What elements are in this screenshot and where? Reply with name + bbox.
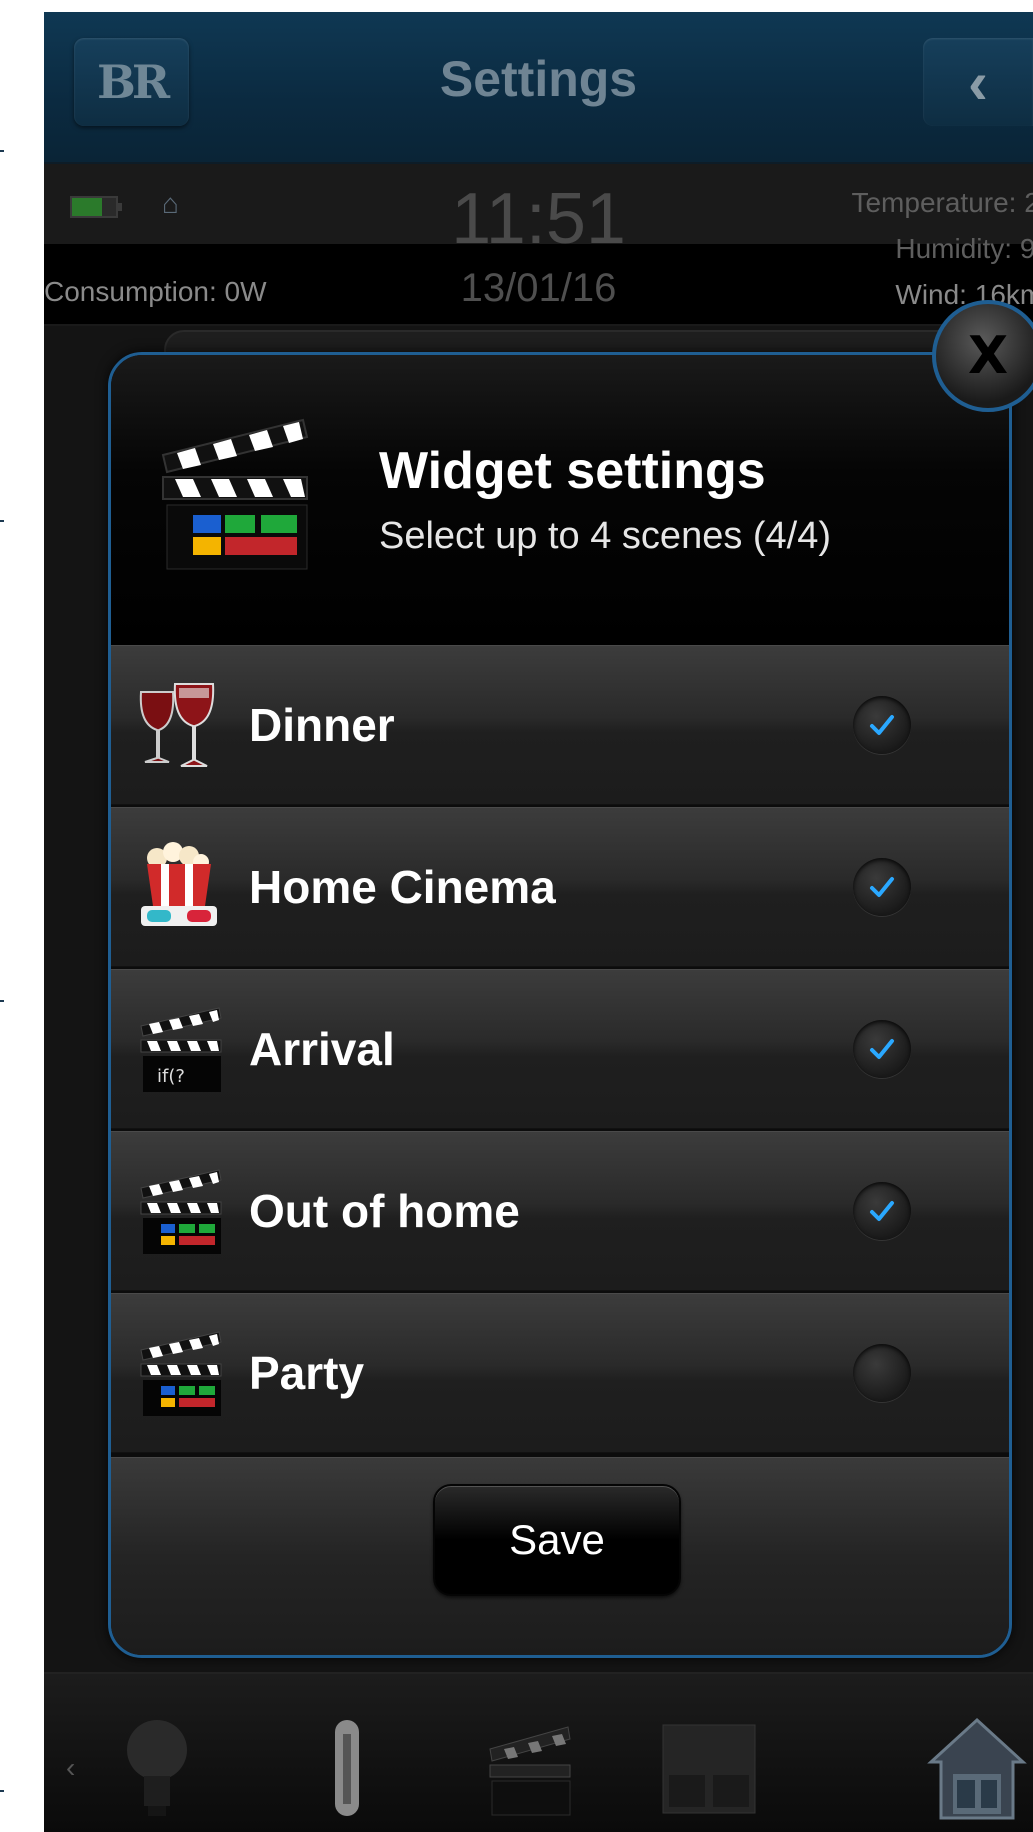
nav-home[interactable]	[922, 1714, 1032, 1824]
clapperboard-icon	[140, 1331, 222, 1416]
scene-label: Party	[249, 1347, 365, 1399]
bottom-nav: ‹	[44, 1672, 1033, 1832]
humidity-readout: Humidity: 93	[895, 233, 1033, 264]
scene-row-party[interactable]: Party	[111, 1293, 1009, 1453]
house-icon	[927, 1717, 1027, 1820]
dialog-footer: Save	[111, 1457, 1009, 1655]
clapperboard-condition-icon: if(?	[140, 1007, 222, 1092]
scene-label: Out of home	[249, 1185, 520, 1237]
scene-checkbox[interactable]	[853, 858, 911, 916]
chevron-left-icon: ‹	[968, 48, 988, 116]
scene-checkbox[interactable]	[853, 1344, 911, 1402]
back-button[interactable]: ‹	[923, 38, 1033, 126]
left-edge-strip	[0, 0, 44, 1832]
lightbulb-icon	[127, 1720, 187, 1816]
top-bar: BR Settings ‹	[44, 12, 1033, 164]
scene-label: Dinner	[249, 699, 395, 751]
blinds-icon	[662, 1724, 756, 1814]
scene-row-arrival[interactable]: if(? Arrival	[111, 969, 1009, 1129]
svg-text:if(?: if(?	[157, 1066, 185, 1087]
temperature-readout: Temperature: 2°	[851, 187, 1033, 218]
clapperboard-icon	[489, 1726, 571, 1816]
nav-lights[interactable]	[102, 1714, 212, 1824]
save-button[interactable]: Save	[433, 1484, 681, 1596]
checkmark-icon	[870, 1201, 894, 1221]
scene-label: Arrival	[249, 1023, 395, 1075]
nav-climate[interactable]	[292, 1714, 402, 1824]
nav-scenes[interactable]	[474, 1714, 584, 1824]
app-screen: BR Settings ‹ ⌂ 11:51 13/01/16 Consumpti…	[44, 12, 1033, 1832]
dialog-subtitle: Select up to 4 scenes (4/4)	[379, 515, 832, 557]
checkmark-icon	[870, 1039, 894, 1059]
popcorn-icon	[141, 842, 217, 926]
scene-checkbox[interactable]	[853, 1020, 911, 1078]
weather-panel: Temperature: 2° Humidity: 93 Wind: 16km/	[851, 180, 1033, 318]
scene-row-home-cinema[interactable]: Home Cinema	[111, 807, 1009, 967]
clapperboard-icon	[140, 1169, 222, 1254]
clapperboard-header-icon	[161, 418, 309, 570]
dialog-header: Widget settings Select up to 4 scenes (4…	[111, 355, 1009, 645]
scene-checkbox[interactable]	[853, 1182, 911, 1240]
close-icon: X	[967, 326, 1009, 386]
scene-label: Home Cinema	[249, 861, 556, 913]
thermometer-icon	[335, 1720, 359, 1816]
scene-row-dinner[interactable]: Dinner	[111, 645, 1009, 805]
checkmark-icon	[870, 715, 894, 735]
consumption-readout: Consumption: 0W	[44, 276, 267, 307]
nav-prev-arrow-icon[interactable]: ‹	[66, 1752, 75, 1784]
scene-checkbox[interactable]	[853, 696, 911, 754]
dialog-title: Widget settings	[379, 442, 766, 500]
widget-settings-dialog: Widget settings Select up to 4 scenes (4…	[108, 352, 1012, 1658]
status-panel: ⌂ 11:51 13/01/16 Consumption: 0W Tempera…	[44, 164, 1033, 326]
nav-blinds[interactable]	[654, 1714, 764, 1824]
wine-glasses-icon	[139, 683, 215, 767]
page-title: Settings	[439, 51, 638, 107]
scene-row-out-of-home[interactable]: Out of home	[111, 1131, 1009, 1291]
close-dialog-button[interactable]: X	[932, 300, 1033, 412]
checkmark-icon	[870, 877, 894, 897]
